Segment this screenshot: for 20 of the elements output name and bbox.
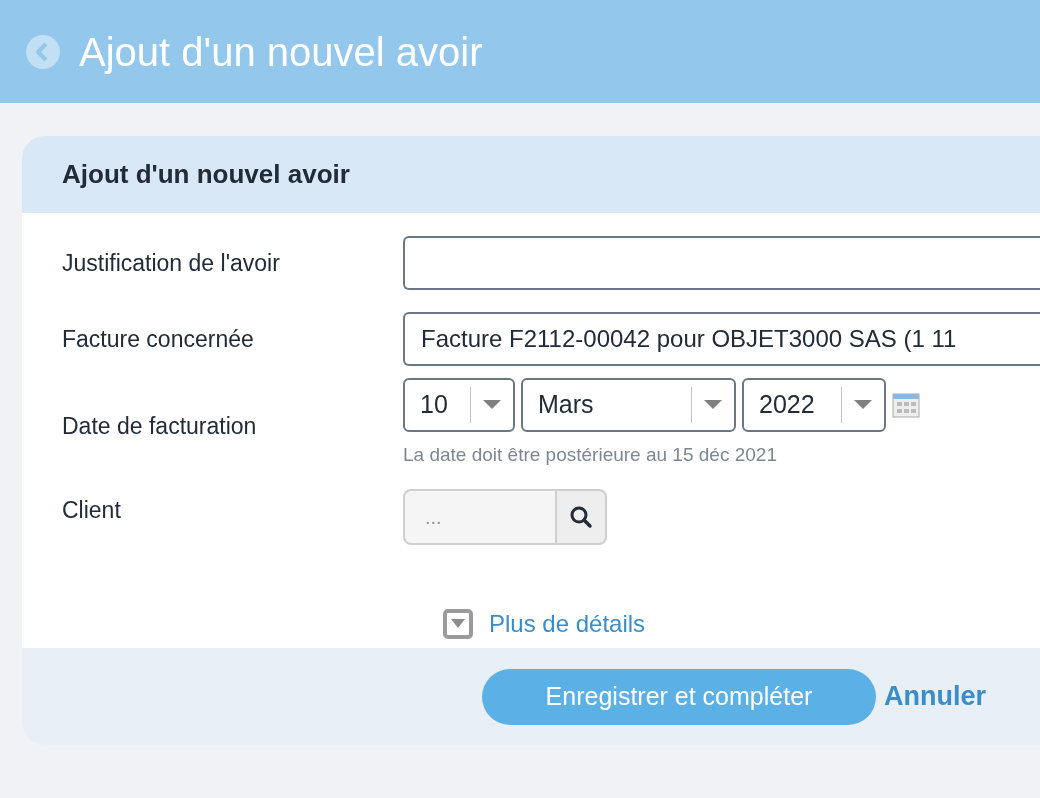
day-select[interactable]: 10 — [403, 378, 515, 432]
caret-icon — [483, 400, 501, 410]
year-select[interactable]: 2022 — [742, 378, 886, 432]
caret-icon — [704, 400, 722, 410]
client-field[interactable]: ... — [403, 489, 557, 545]
search-icon — [569, 505, 593, 529]
field-label: Date de facturation — [61, 412, 258, 441]
field-label: Facture concernée — [61, 324, 255, 354]
card-title: Ajout d'un nouvel avoir — [62, 158, 350, 191]
calendar-icon[interactable] — [892, 391, 920, 419]
search-button[interactable] — [557, 489, 607, 545]
caret-icon — [854, 400, 872, 410]
field-label: Justification de l'avoir — [61, 248, 281, 278]
invoice-select[interactable]: Facture F2112-00042 pour OBJET3000 SAS (1 11 — [403, 312, 1040, 366]
date-hint: La date doit être postérieure au 15 déc 2021 — [403, 443, 778, 467]
field-label: Client — [61, 496, 122, 525]
more-details-link[interactable]: Plus de détails — [489, 606, 646, 642]
page-title: Ajout d'un nouvel avoir — [79, 31, 483, 72]
month-select[interactable]: Mars — [521, 378, 736, 432]
expand-icon[interactable] — [443, 609, 473, 639]
